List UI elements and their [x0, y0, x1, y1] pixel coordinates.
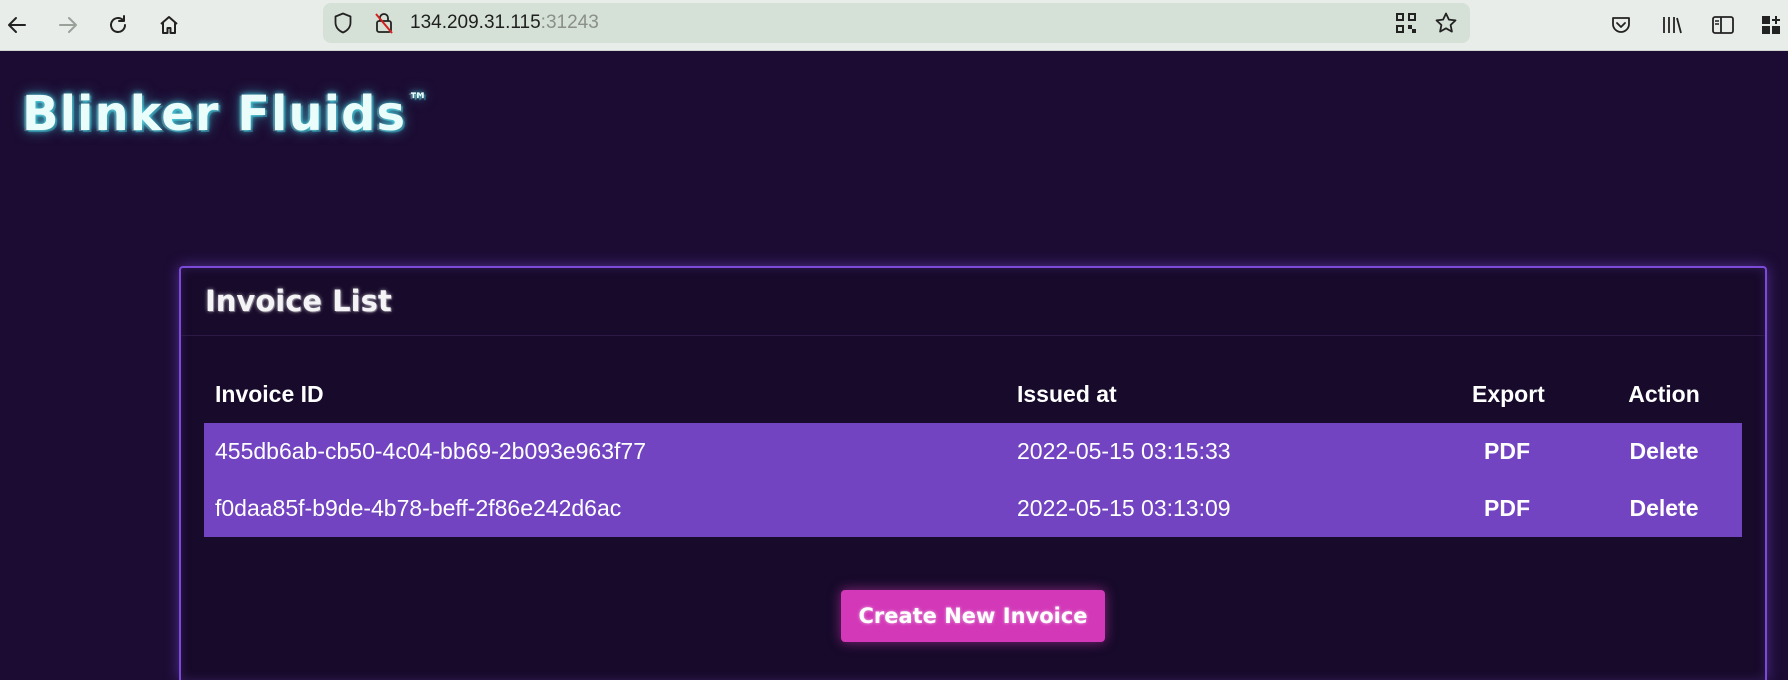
home-icon[interactable]	[152, 8, 186, 42]
invoice-id-cell: f0daa85f-b9de-4b78-beff-2f86e242d6ac	[215, 495, 622, 521]
brand-trademark: ™	[408, 88, 430, 112]
table-row: 455db6ab-cb50-4c04-bb69-2b093e963f77 202…	[204, 423, 1742, 480]
sidebar-icon[interactable]	[1706, 8, 1740, 42]
table-header-row: Invoice ID Issued at Export Action	[204, 365, 1742, 423]
brand-logo: Blinker Fluids ™	[22, 86, 429, 142]
issued-at-cell: 2022-05-15 03:15:33	[1017, 438, 1231, 464]
create-invoice-button[interactable]: Create New Invoice	[841, 590, 1105, 642]
column-header-action: Action	[1628, 381, 1700, 407]
card-header: Invoice List	[181, 268, 1765, 336]
invoice-table: Invoice ID Issued at Export Action 455db…	[204, 365, 1742, 537]
pocket-icon[interactable]	[1604, 8, 1638, 42]
column-header-issued-at: Issued at	[1017, 381, 1117, 407]
back-arrow-icon[interactable]	[0, 8, 34, 42]
url-text: 134.209.31.115:31243	[410, 3, 599, 43]
invoice-id-cell: 455db6ab-cb50-4c04-bb69-2b093e963f77	[215, 438, 646, 464]
delete-link[interactable]: Delete	[1624, 480, 1704, 537]
column-header-export: Export	[1472, 381, 1545, 407]
reload-icon[interactable]	[101, 8, 135, 42]
insecure-lock-icon[interactable]	[374, 12, 394, 39]
delete-link[interactable]: Delete	[1624, 423, 1704, 480]
library-icon[interactable]	[1655, 8, 1689, 42]
invoice-card: Invoice List Invoice ID Issued at Export…	[179, 266, 1767, 680]
card-title: Invoice List	[205, 284, 392, 318]
brand-name: Blinker Fluids	[22, 86, 407, 142]
browser-toolbar: 134.209.31.115:31243	[0, 0, 1788, 51]
qr-code-icon[interactable]	[1395, 12, 1417, 39]
column-header-invoice-id: Invoice ID	[215, 381, 324, 407]
extensions-icon[interactable]	[1754, 8, 1788, 42]
star-icon[interactable]	[1434, 11, 1458, 40]
tracking-shield-icon[interactable]	[333, 12, 353, 39]
forward-arrow-icon[interactable]	[51, 8, 85, 42]
issued-at-cell: 2022-05-15 03:13:09	[1017, 495, 1231, 521]
url-host: 134.209.31.115	[410, 12, 541, 33]
export-pdf-link[interactable]: PDF	[1472, 423, 1542, 480]
url-bar[interactable]: 134.209.31.115:31243	[323, 3, 1470, 43]
url-port: :31243	[540, 12, 599, 33]
table-row: f0daa85f-b9de-4b78-beff-2f86e242d6ac 202…	[204, 480, 1742, 537]
export-pdf-link[interactable]: PDF	[1472, 480, 1542, 537]
